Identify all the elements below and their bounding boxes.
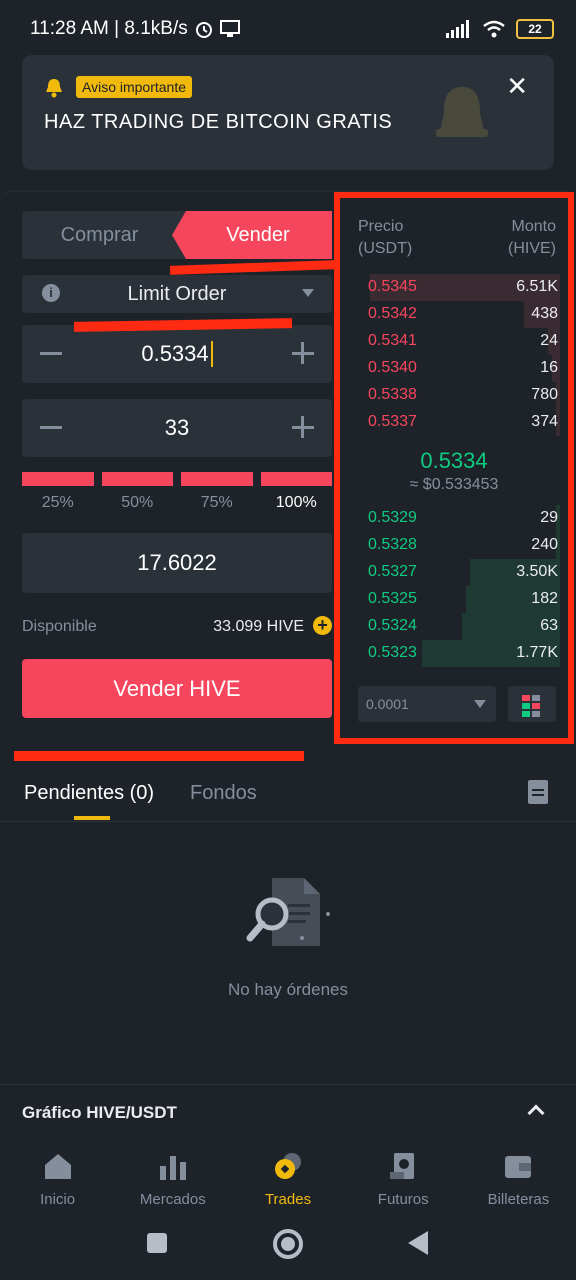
notice-banner[interactable]: Aviso importante HAZ TRADING DE BITCOIN …	[22, 55, 554, 170]
bid-row[interactable]: 0.5327 3.50K	[362, 559, 560, 586]
back-icon[interactable]	[408, 1231, 428, 1255]
order-type-select[interactable]: i Limit Order	[22, 275, 332, 313]
empty-search-icon	[242, 874, 334, 954]
ask-row[interactable]: 0.5345 6.51K	[362, 274, 560, 301]
nav-item-trades[interactable]: Trades	[230, 1136, 345, 1218]
chevron-up-icon[interactable]	[527, 1104, 545, 1122]
add-funds-icon[interactable]: +	[313, 616, 332, 635]
nav-label: Mercados	[139, 1191, 206, 1208]
nav-label: Billeteras	[487, 1191, 550, 1208]
bell-icon	[46, 79, 62, 98]
status-time: 11:28 AM | 8.1kB/s	[30, 18, 188, 39]
caret-down-icon	[474, 700, 486, 708]
side-tabs: Comprar Vender	[22, 211, 332, 259]
ask-row[interactable]: 0.5341 24	[362, 328, 560, 355]
percent-50[interactable]: 50%	[102, 494, 174, 512]
home-icon	[44, 1154, 71, 1179]
home-button-icon[interactable]	[273, 1229, 303, 1259]
info-icon[interactable]: i	[42, 284, 60, 302]
order-book: Precio (USDT) Monto (HIVE) 0.5345 6.51K 0…	[334, 192, 574, 744]
chart-toggle[interactable]: Gráfico HIVE/USDT	[0, 1084, 576, 1136]
precision-value: 0.0001	[366, 696, 409, 712]
precision-select[interactable]: 0.0001	[358, 686, 496, 722]
available-balance: Disponible 33.099 HIVE +	[22, 616, 332, 638]
bid-row[interactable]: 0.5329 29	[362, 505, 560, 532]
wallet-icon	[505, 1156, 532, 1178]
tab-funds[interactable]: Fondos	[190, 782, 257, 805]
notice-headline: HAZ TRADING DE BITCOIN GRATIS	[44, 111, 393, 133]
nav-item-billeteras[interactable]: Billeteras	[461, 1136, 576, 1218]
sell-button[interactable]: Vender HIVE	[22, 659, 332, 718]
battery-icon: 22	[516, 19, 554, 39]
ask-row[interactable]: 0.5337 374	[362, 409, 560, 436]
system-nav	[0, 1218, 576, 1280]
available-value: 33.099 HIVE	[213, 618, 304, 635]
price-input[interactable]: 0.5334	[82, 325, 272, 383]
order-book-header: Precio (USDT) Monto (HIVE)	[358, 216, 556, 260]
bid-row[interactable]: 0.5324 63	[362, 613, 560, 640]
percent-100[interactable]: 100%	[261, 494, 333, 512]
tab-pending[interactable]: Pendientes (0)	[24, 782, 154, 805]
total-field[interactable]: 17.6022	[22, 533, 332, 593]
nav-item-futuros[interactable]: Futuros	[346, 1136, 461, 1218]
status-bar: 11:28 AM | 8.1kB/s 22	[0, 0, 576, 58]
minus-icon[interactable]	[40, 352, 62, 355]
percent-25[interactable]: 25%	[22, 494, 94, 512]
bid-row[interactable]: 0.5323 1.77K	[362, 640, 560, 667]
percent-segment[interactable]	[22, 472, 94, 486]
bid-row[interactable]: 0.5325 182	[362, 586, 560, 613]
nav-label: Inicio	[40, 1191, 76, 1208]
close-icon[interactable]: ✕	[506, 71, 528, 102]
document-icon[interactable]	[528, 780, 548, 804]
wifi-icon	[483, 20, 505, 38]
decorative-bell-icon	[432, 83, 492, 147]
amount-unit: (HIVE)	[508, 240, 556, 257]
ask-row[interactable]: 0.5338 780	[362, 382, 560, 409]
bottom-nav: Inicio Mercados Trades Futuros Billetera…	[0, 1136, 576, 1218]
alarm-icon	[195, 22, 212, 38]
last-price-usd: ≈ $0.533453	[409, 476, 499, 493]
percent-slider[interactable]	[22, 472, 332, 488]
percent-segment[interactable]	[101, 472, 173, 486]
amount-header: Monto	[511, 218, 556, 235]
empty-orders-text: No hay órdenes	[227, 980, 349, 999]
active-tab-indicator	[74, 816, 110, 820]
percent-labels: 25% 50% 75% 100%	[22, 494, 332, 512]
nav-label: Futuros	[377, 1191, 429, 1208]
nav-item-mercados[interactable]: Mercados	[115, 1136, 230, 1218]
amount-input[interactable]: 33	[82, 399, 272, 457]
notice-badge: Aviso importante	[76, 76, 193, 98]
orders-tabs: Pendientes (0) Fondos	[0, 770, 576, 822]
available-label: Disponible	[22, 618, 97, 635]
price-stepper[interactable]: 0.5334	[22, 325, 332, 383]
caret-down-icon	[302, 289, 314, 297]
ask-row[interactable]: 0.5340 16	[362, 355, 560, 382]
minus-icon[interactable]	[40, 426, 62, 429]
percent-segment[interactable]	[181, 472, 253, 486]
ask-row[interactable]: 0.5342 438	[362, 301, 560, 328]
book-layout-icon[interactable]	[508, 686, 556, 722]
tab-sell[interactable]: Vender	[172, 211, 332, 259]
markets-icon	[159, 1156, 186, 1180]
nav-label: Trades	[264, 1191, 312, 1208]
percent-segment[interactable]	[260, 472, 332, 486]
percent-75[interactable]: 75%	[181, 494, 253, 512]
trades-icon	[275, 1153, 301, 1179]
recent-apps-icon[interactable]	[147, 1233, 167, 1253]
annotation-stroke	[14, 751, 304, 761]
text-cursor	[210, 341, 213, 367]
futures-icon	[390, 1153, 415, 1179]
last-price: 0.5334	[420, 448, 488, 473]
tab-buy[interactable]: Comprar	[22, 211, 177, 259]
signal-icon	[446, 20, 469, 38]
order-type-label: Limit Order	[127, 282, 227, 305]
bid-row[interactable]: 0.5328 240	[362, 532, 560, 559]
screen-cast-icon	[219, 20, 240, 37]
amount-stepper[interactable]: 33	[22, 399, 332, 457]
chart-toggle-label: Gráfico HIVE/USDT	[22, 1103, 177, 1122]
nav-item-inicio[interactable]: Inicio	[0, 1136, 115, 1218]
